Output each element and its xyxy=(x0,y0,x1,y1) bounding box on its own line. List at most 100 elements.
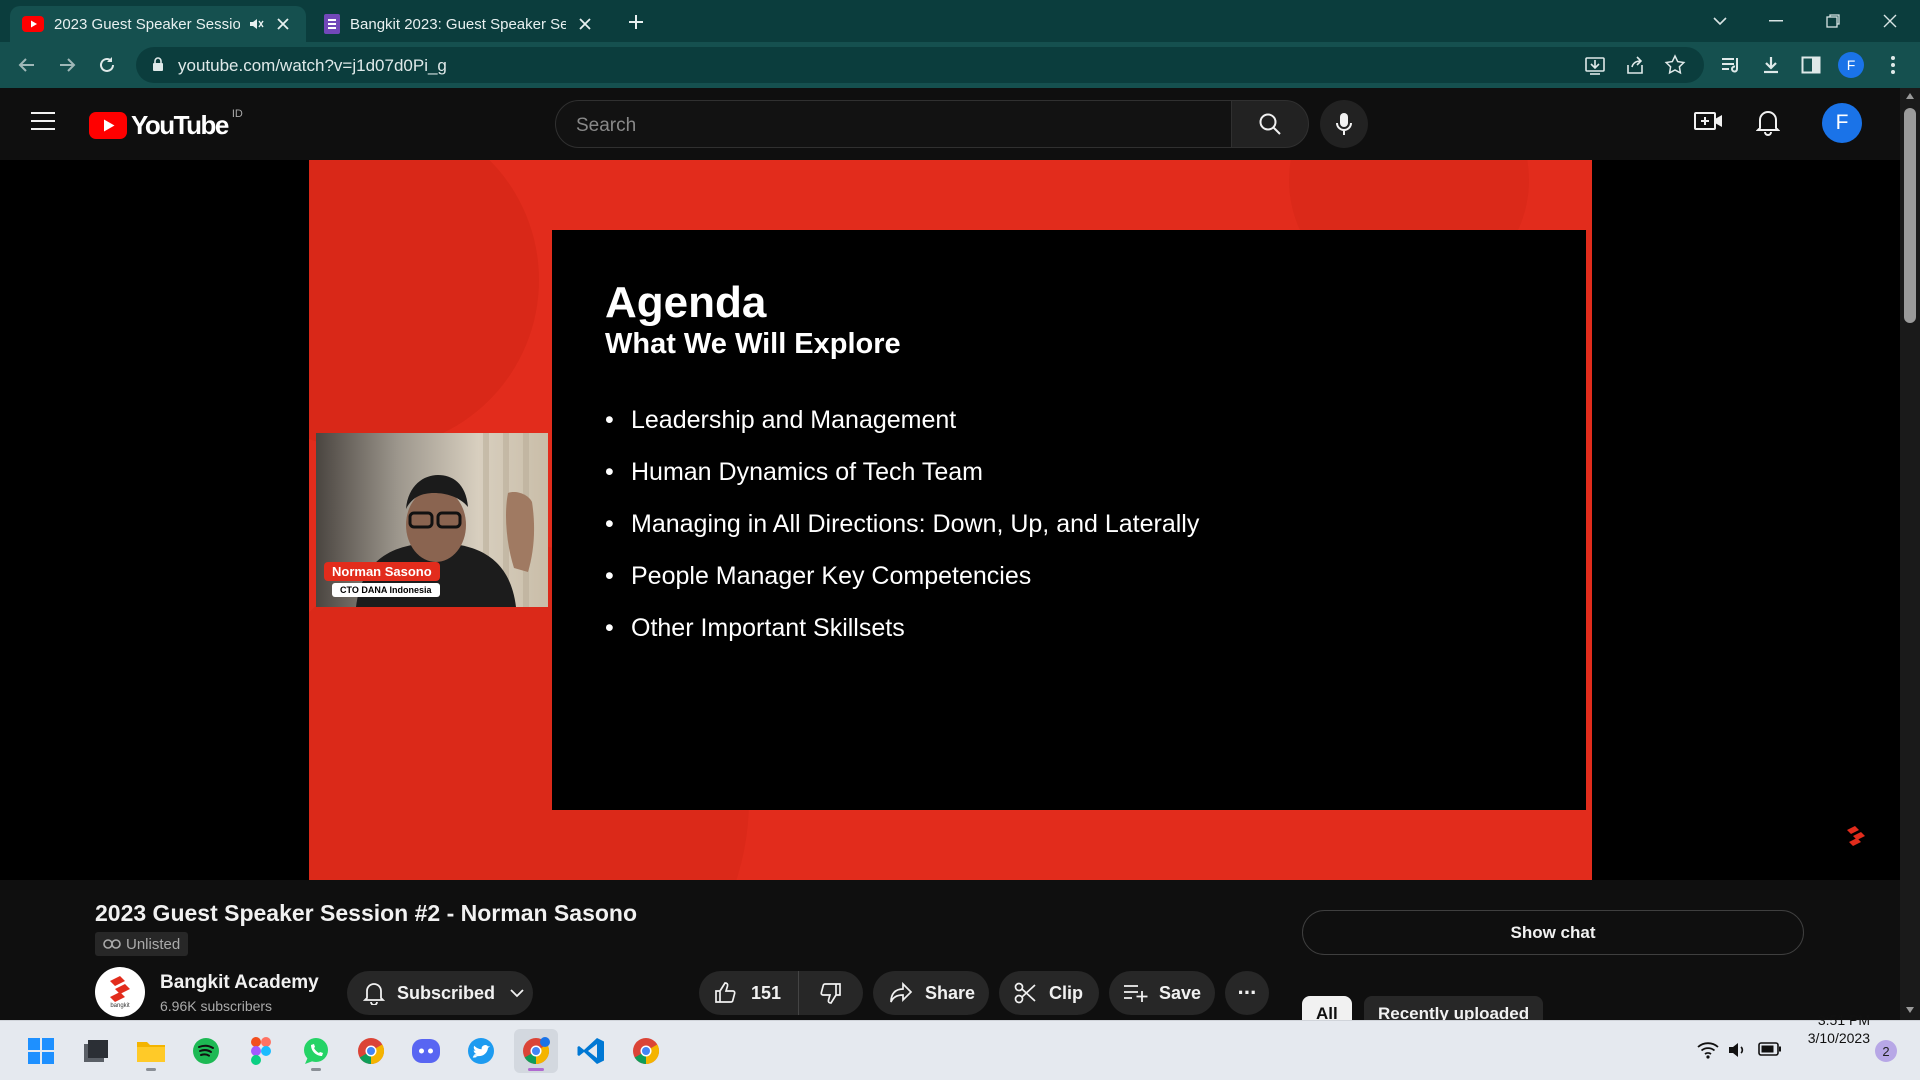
save-button[interactable]: Save xyxy=(1109,971,1215,1015)
search-placeholder: Search xyxy=(576,115,637,136)
task-view-button[interactable] xyxy=(74,1029,118,1073)
more-horizontal-icon: ··· xyxy=(1237,980,1258,1005)
whatsapp-button[interactable] xyxy=(294,1029,338,1073)
notifications-bell-icon[interactable] xyxy=(1756,108,1780,136)
create-video-icon[interactable] xyxy=(1694,109,1724,133)
share-label: Share xyxy=(925,982,976,1003)
video-title: 2023 Guest Speaker Session #2 - Norman S… xyxy=(95,900,638,926)
thumbs-up-icon xyxy=(715,982,736,1003)
dislike-button[interactable] xyxy=(799,971,863,1015)
side-panel-icon[interactable] xyxy=(1796,50,1826,80)
link-icon xyxy=(103,939,121,949)
agenda-item: Managing in All Directions: Down, Up, an… xyxy=(605,510,1199,539)
close-window-button[interactable] xyxy=(1862,0,1918,42)
chrome-profile-button[interactable] xyxy=(514,1029,558,1073)
tab-search-chevron-icon[interactable] xyxy=(1692,0,1748,42)
search-icon xyxy=(1259,113,1281,135)
region-code: ID xyxy=(231,107,243,120)
hamburger-menu-icon[interactable] xyxy=(30,110,56,132)
start-button[interactable] xyxy=(19,1029,63,1073)
reload-button[interactable] xyxy=(92,50,122,80)
channel-watermark-icon[interactable] xyxy=(1845,824,1869,848)
tab-close-icon[interactable] xyxy=(276,17,290,31)
spotify-icon xyxy=(193,1038,219,1064)
tab-close-icon[interactable] xyxy=(578,17,592,31)
channel-logo-text: bangkit xyxy=(110,1003,130,1009)
share-button[interactable]: Share xyxy=(873,971,989,1015)
chrome-button[interactable] xyxy=(349,1029,393,1073)
youtube-logo[interactable]: YouTube ID xyxy=(89,107,243,141)
chrome-profile-icon xyxy=(523,1037,550,1065)
discord-icon xyxy=(412,1039,440,1063)
bangkit-logo-icon xyxy=(110,976,130,1002)
install-app-icon[interactable] xyxy=(1584,54,1606,76)
wifi-icon[interactable] xyxy=(1697,1041,1719,1059)
chrome-secondary-button[interactable] xyxy=(624,1029,668,1073)
address-bar[interactable]: youtube.com/watch?v=j1d07d0Pi_g xyxy=(136,47,1704,83)
chrome-alt-icon xyxy=(633,1038,660,1065)
discord-button[interactable] xyxy=(404,1029,448,1073)
tab-title: Bangkit 2023: Guest Speaker Ses xyxy=(350,15,566,33)
subscribed-button[interactable]: Subscribed xyxy=(347,971,533,1015)
tab-title: 2023 Guest Speaker Session xyxy=(54,15,240,33)
chrome-icon xyxy=(358,1038,385,1065)
forward-button[interactable] xyxy=(52,50,82,80)
figma-button[interactable] xyxy=(239,1029,283,1073)
battery-icon[interactable] xyxy=(1758,1042,1782,1056)
playlist-add-icon xyxy=(1124,985,1148,1002)
tab-bangkit-2023[interactable]: Bangkit 2023: Guest Speaker Ses xyxy=(312,6,608,42)
search-button[interactable] xyxy=(1231,100,1309,148)
new-tab-button[interactable] xyxy=(622,8,650,36)
show-chat-button[interactable]: Show chat xyxy=(1302,910,1804,955)
youtube-logo-icon xyxy=(89,112,127,139)
account-avatar[interactable]: F xyxy=(1822,103,1862,143)
page-scrollbar[interactable] xyxy=(1900,88,1920,1020)
chrome-menu-icon[interactable] xyxy=(1878,50,1908,80)
microphone-icon xyxy=(1336,113,1352,135)
search-input[interactable]: Search xyxy=(555,100,1232,148)
minimize-button[interactable] xyxy=(1748,0,1804,42)
vscode-button[interactable] xyxy=(569,1029,613,1073)
tab-audio-muted-icon[interactable] xyxy=(248,16,264,32)
windows-logo-icon xyxy=(28,1038,54,1064)
scrollbar-thumb[interactable] xyxy=(1904,108,1916,323)
notification-count-badge[interactable]: 2 xyxy=(1875,1040,1897,1062)
agenda-item: Human Dynamics of Tech Team xyxy=(605,458,983,487)
bell-icon xyxy=(363,983,385,1005)
share-arrow-icon xyxy=(890,982,913,1003)
scroll-up-arrow-icon[interactable] xyxy=(1905,92,1915,100)
channel-avatar[interactable]: bangkit xyxy=(95,967,145,1017)
scroll-down-arrow-icon[interactable] xyxy=(1905,1006,1915,1014)
save-label: Save xyxy=(1159,982,1202,1003)
whatsapp-icon xyxy=(304,1038,328,1064)
more-actions-button[interactable]: ··· xyxy=(1225,971,1269,1015)
clock-date: 3/10/2023 xyxy=(1807,1030,1870,1046)
media-queue-icon[interactable] xyxy=(1716,50,1746,80)
lock-icon[interactable] xyxy=(152,57,164,72)
scissors-icon xyxy=(1014,982,1036,1004)
system-clock[interactable]: 3:51 PM 3/10/2023 xyxy=(1790,1011,1870,1047)
url-text: youtube.com/watch?v=j1d07d0Pi_g xyxy=(178,56,447,75)
task-view-icon xyxy=(84,1040,108,1062)
channel-name[interactable]: Bangkit Academy xyxy=(160,972,319,994)
volume-icon[interactable] xyxy=(1727,1041,1747,1059)
spotify-button[interactable] xyxy=(184,1029,228,1073)
back-button[interactable] xyxy=(12,50,42,80)
video-player[interactable]: Agenda What We Will Explore Leadership a… xyxy=(0,160,1900,880)
thumbs-down-icon xyxy=(820,983,841,1004)
voice-search-button[interactable] xyxy=(1320,100,1368,148)
downloads-icon[interactable] xyxy=(1756,50,1786,80)
tab-guest-speaker-session[interactable]: 2023 Guest Speaker Session xyxy=(10,6,306,42)
windows-taskbar xyxy=(0,1020,1920,1080)
like-count: 151 xyxy=(751,982,782,1003)
twitter-button[interactable] xyxy=(459,1029,503,1073)
youtube-header: YouTube ID Search F xyxy=(0,88,1900,160)
share-page-icon[interactable] xyxy=(1624,54,1646,76)
profile-initial: F xyxy=(1838,52,1864,78)
clip-button[interactable]: Clip xyxy=(999,971,1099,1015)
profile-avatar[interactable]: F xyxy=(1836,50,1866,80)
like-button[interactable]: 151 xyxy=(699,971,799,1015)
bookmark-star-icon[interactable] xyxy=(1664,54,1686,76)
restore-button[interactable] xyxy=(1805,0,1861,42)
file-explorer-button[interactable] xyxy=(129,1029,173,1073)
